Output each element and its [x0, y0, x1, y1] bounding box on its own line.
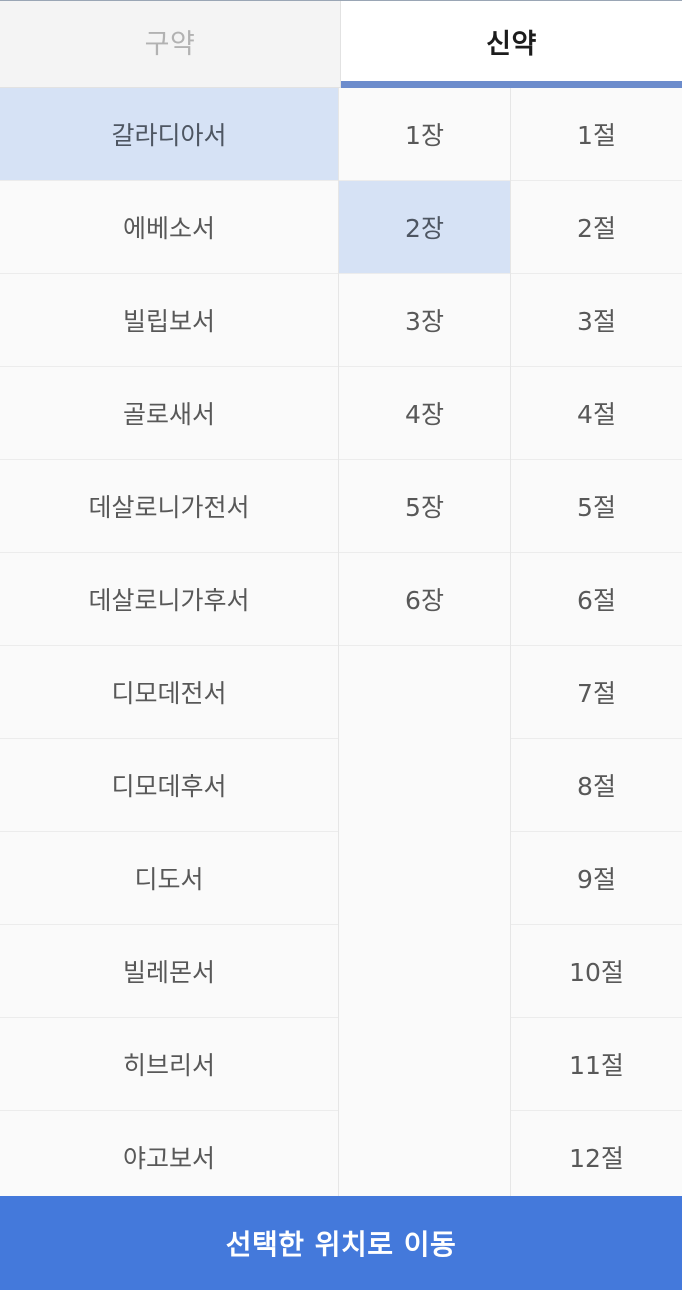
verse-cell[interactable]: 4절 — [511, 367, 682, 460]
verse-cell[interactable]: 6절 — [511, 553, 682, 646]
chapter-list: 1장 2장 3장 4장 5장 6장 — [339, 88, 510, 1196]
book-cell[interactable]: 야고보서 — [0, 1111, 338, 1196]
verse-list: 1절 2절 3절 4절 5절 6절 7절 8절 9절 10절 11절 12절 — [511, 88, 682, 1196]
verse-cell[interactable]: 1절 — [511, 88, 682, 181]
book-cell[interactable]: 빌레몬서 — [0, 925, 338, 1018]
book-list: 갈라디아서 에베소서 빌립보서 골로새서 데살로니가전서 데살로니가후서 디모데전서 디모데후… — [0, 88, 338, 1196]
book-cell[interactable]: 데살로니가후서 — [0, 553, 338, 646]
book-cell[interactable]: 디모데전서 — [0, 646, 338, 739]
book-cell[interactable]: 골로새서 — [0, 367, 338, 460]
tab-new-testament[interactable]: 신약 — [341, 1, 682, 88]
verse-cell[interactable]: 8절 — [511, 739, 682, 832]
chapter-cell[interactable]: 2장 — [339, 181, 510, 274]
chapter-cell[interactable]: 6장 — [339, 553, 510, 646]
verse-cell[interactable]: 5절 — [511, 460, 682, 553]
book-cell[interactable]: 갈라디아서 — [0, 88, 338, 181]
book-cell[interactable]: 디모데후서 — [0, 739, 338, 832]
chapter-cell[interactable]: 3장 — [339, 274, 510, 367]
verse-cell[interactable]: 2절 — [511, 181, 682, 274]
picker-columns: 갈라디아서 에베소서 빌립보서 골로새서 데살로니가전서 데살로니가후서 디모데전서 디모데후… — [0, 88, 682, 1196]
verse-cell[interactable]: 9절 — [511, 832, 682, 925]
book-cell[interactable]: 데살로니가전서 — [0, 460, 338, 553]
chapter-cell[interactable]: 4장 — [339, 367, 510, 460]
verse-cell[interactable]: 12절 — [511, 1111, 682, 1196]
testament-tabbar: 구약 신약 — [0, 0, 682, 88]
go-to-selected-location-button[interactable]: 선택한 위치로 이동 — [0, 1196, 682, 1290]
chapter-column[interactable]: 1장 2장 3장 4장 5장 6장 — [339, 88, 511, 1196]
verse-cell[interactable]: 7절 — [511, 646, 682, 739]
book-cell[interactable]: 빌립보서 — [0, 274, 338, 367]
verse-cell[interactable]: 11절 — [511, 1018, 682, 1111]
bible-location-picker: 구약 신약 갈라디아서 에베소서 빌립보서 골로새서 데살로니가전서 데살로니가후서 디모데… — [0, 0, 682, 1290]
chapter-cell[interactable]: 1장 — [339, 88, 510, 181]
verse-cell[interactable]: 3절 — [511, 274, 682, 367]
book-cell[interactable]: 히브리서 — [0, 1018, 338, 1111]
book-cell[interactable]: 에베소서 — [0, 181, 338, 274]
verse-cell[interactable]: 10절 — [511, 925, 682, 1018]
chapter-cell[interactable]: 5장 — [339, 460, 510, 553]
book-cell[interactable]: 디도서 — [0, 832, 338, 925]
tab-new-testament-label: 신약 — [486, 29, 537, 60]
tab-old-testament[interactable]: 구약 — [0, 1, 341, 88]
chapter-cell-empty-area — [339, 646, 510, 1196]
book-column[interactable]: 갈라디아서 에베소서 빌립보서 골로새서 데살로니가전서 데살로니가후서 디모데전서 디모데후… — [0, 88, 339, 1196]
tab-old-testament-label: 구약 — [144, 28, 196, 60]
verse-column[interactable]: 1절 2절 3절 4절 5절 6절 7절 8절 9절 10절 11절 12절 — [511, 88, 682, 1196]
